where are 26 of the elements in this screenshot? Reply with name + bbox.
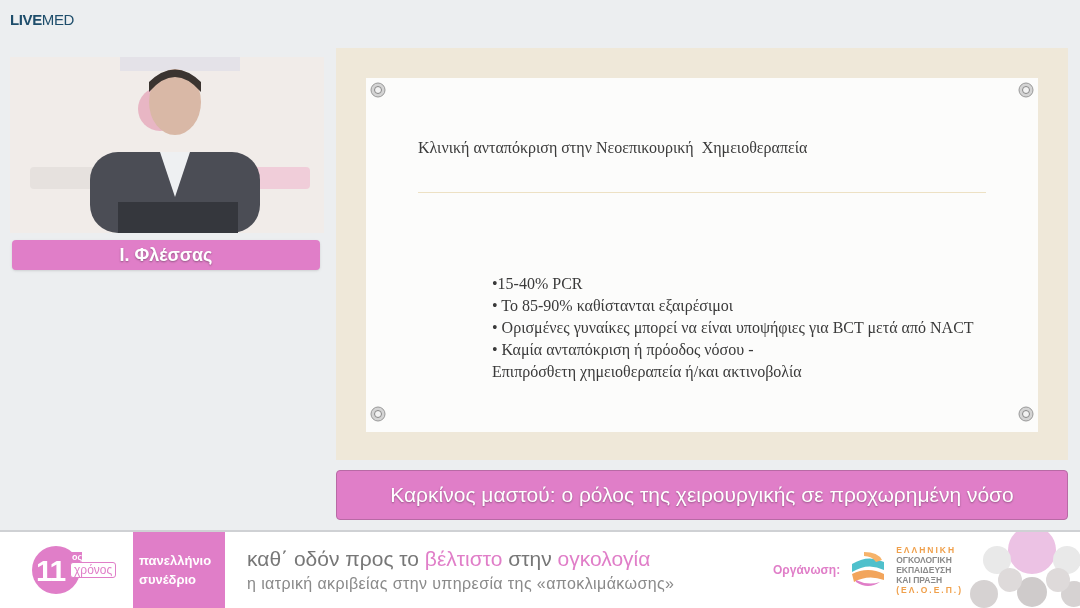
screw-icon: [370, 406, 386, 422]
edition-number: 11: [36, 552, 65, 589]
screw-icon: [370, 82, 386, 98]
bullet-text: •15-40% PCR: [492, 274, 584, 294]
session-title: Καρκίνος μαστού: ο ρόλος της χειρουργικής σε προχωρημένη νόσο: [336, 470, 1068, 520]
event-label: συνέδριο: [139, 571, 198, 589]
organizer-label: Οργάνωση:: [773, 562, 841, 579]
edition-word: χρόνος: [70, 562, 117, 578]
screw-icon: [1018, 406, 1034, 422]
bullet-text: • Ορισμένες γυναίκες μπορεί να είναι υποψήφιες για BCT μετά από NACT: [492, 318, 975, 339]
slide-title: Κλινική ανταπόκριση στην Νεοεπικουρική Χημειοθεραπεία: [418, 138, 809, 159]
bullet-text: • Το 85-90% καθίστανται εξαιρέσιμοι: [492, 296, 735, 317]
organizer-name: ΕΚΠΑΙΔΕΥΣΗ: [896, 565, 953, 575]
screw-icon: [1018, 82, 1034, 98]
speaker-name: Ι. Φλέσσας: [12, 240, 320, 270]
tagline: καθ΄ οδόν προς το βέλτιστο στην ογκολογία: [247, 546, 652, 572]
bullet-text: • Καμία ανταπόκριση ή πρόοδος νόσου -: [492, 340, 755, 361]
edition-suffix: ος: [70, 552, 83, 562]
organizer-name: ΟΓΚΟΛΟΓΙΚΗ: [896, 555, 953, 565]
organizer-name: ΕΛΛΗΝΙΚΗ: [896, 545, 958, 555]
organizer-name: (ΕΛ.Ο.Ε.Π.): [896, 585, 959, 595]
subtitle: η ιατρική ακριβείας στην υπηρεσία της «αποκλιμάκωσης»: [247, 574, 676, 594]
organizer-name: ΚΑΙ ΠΡΑΞΗ: [896, 575, 944, 585]
event-label: πανελλήνιο: [139, 552, 213, 570]
livemed-logo: LIVEMED: [10, 10, 76, 30]
bullet-text: Επιπρόσθετη χημειοθεραπεία ή/και ακτινοβολία: [492, 362, 803, 383]
